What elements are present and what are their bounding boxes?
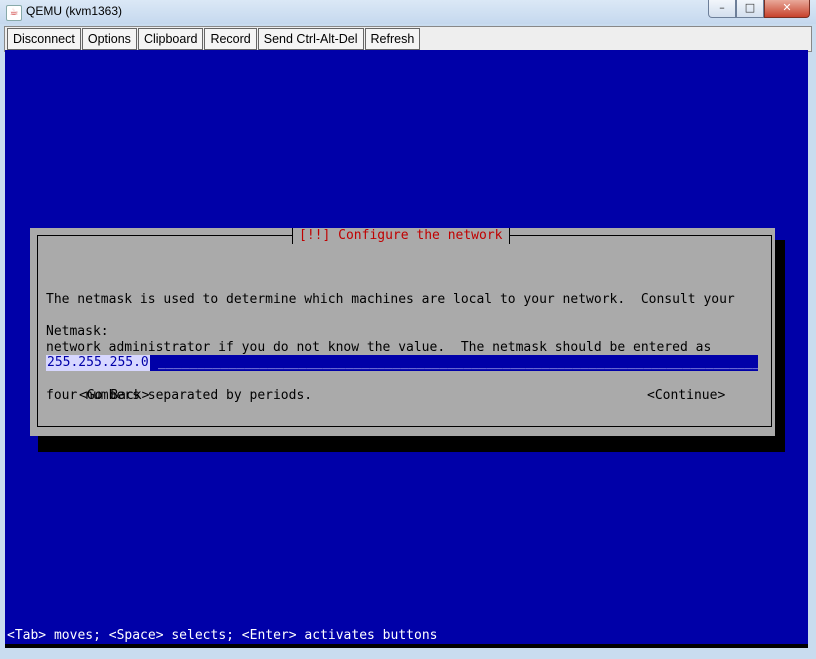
close-button[interactable]: ✕: [764, 0, 810, 18]
netmask-input[interactable]: 255.255.255.0 __________________________…: [46, 355, 758, 371]
go-back-button[interactable]: <Go Back>: [79, 388, 149, 404]
input-fill: ________________________________________…: [158, 355, 758, 370]
dialog-message: The netmask is used to determine which m…: [46, 260, 735, 436]
window-titlebar: ☕ QEMU (kvm1363) – □ ✕: [0, 0, 816, 24]
options-button[interactable]: Options: [81, 28, 137, 50]
record-button[interactable]: Record: [204, 28, 257, 50]
vnc-toolbar: Disconnect Options Clipboard Record Send…: [4, 26, 812, 52]
window-title: QEMU (kvm1363): [26, 4, 123, 18]
maximize-button[interactable]: □: [736, 0, 764, 18]
disconnect-button[interactable]: Disconnect: [7, 28, 81, 50]
message-line: network administrator if you do not know…: [46, 340, 712, 355]
clipboard-button[interactable]: Clipboard: [137, 28, 204, 50]
console-bottom-strip: [5, 644, 808, 648]
status-line: <Tab> moves; <Space> selects; <Enter> ac…: [7, 628, 438, 643]
window-controls: – □ ✕: [708, 0, 810, 18]
java-icon: ☕: [6, 5, 22, 21]
minimize-button[interactable]: –: [708, 0, 736, 18]
send-ctrl-alt-del-button[interactable]: Send Ctrl-Alt-Del: [257, 28, 364, 50]
netmask-label: Netmask:: [46, 324, 109, 339]
configure-network-dialog: [!!] Configure the network The netmask i…: [30, 228, 775, 436]
refresh-button[interactable]: Refresh: [364, 28, 421, 50]
message-line: The netmask is used to determine which m…: [46, 292, 735, 307]
netmask-value[interactable]: 255.255.255.0: [46, 355, 150, 371]
dialog-title: [!!] Configure the network: [292, 228, 510, 244]
continue-button[interactable]: <Continue>: [647, 388, 725, 404]
vm-console-screen[interactable]: [!!] Configure the network The netmask i…: [5, 50, 808, 648]
